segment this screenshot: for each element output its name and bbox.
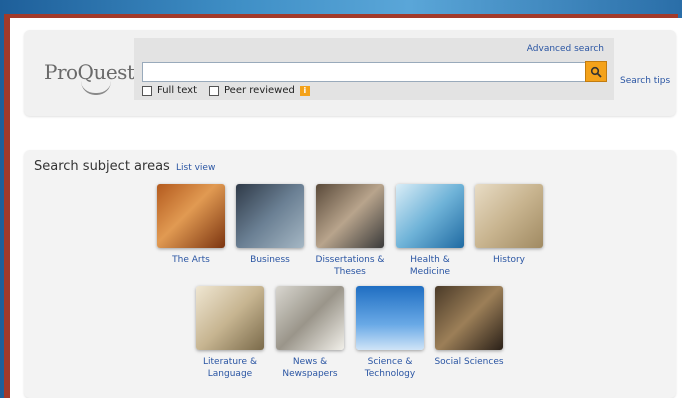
subject-tile-business[interactable]: Business [225, 184, 315, 266]
the-arts-image[interactable] [157, 184, 225, 248]
full-text-checkbox[interactable] [142, 85, 152, 96]
business-image[interactable] [236, 184, 304, 248]
search-panel: Advanced search Full text Peer reviewed … [134, 38, 614, 100]
search-tips-link[interactable]: Search tips [620, 76, 670, 86]
peer-reviewed-option[interactable]: Peer reviewed i [209, 85, 310, 96]
subject-label[interactable]: History [464, 254, 554, 266]
search-button[interactable] [585, 61, 607, 82]
subject-tile-literature-language[interactable]: Literature & Language [185, 286, 275, 380]
subject-tile-news-newspapers[interactable]: News & Newspapers [265, 286, 355, 380]
subject-label[interactable]: Science & Technology [345, 356, 435, 380]
subject-label[interactable]: Health & Medicine [385, 254, 475, 278]
search-card: ProQuest Advanced search Full text Peer … [24, 30, 676, 116]
list-view-link[interactable]: List view [176, 163, 215, 173]
science-technology-image[interactable] [356, 286, 424, 350]
subjects-card: Search subject areas List view The Arts … [24, 150, 676, 398]
full-text-option[interactable]: Full text [142, 85, 197, 96]
section-title: Search subject areas [34, 159, 170, 174]
subject-label[interactable]: Social Sciences [424, 356, 514, 368]
search-icon [590, 66, 602, 78]
subject-tile-history[interactable]: History [464, 184, 554, 266]
subject-label[interactable]: Literature & Language [185, 356, 275, 380]
subject-label[interactable]: News & Newspapers [265, 356, 355, 380]
page: ProQuest Advanced search Full text Peer … [10, 18, 682, 398]
subject-tile-social-sciences[interactable]: Social Sciences [424, 286, 514, 368]
subject-label[interactable]: Dissertations & Theses [305, 254, 395, 278]
subject-tile-dissertations[interactable]: Dissertations & Theses [305, 184, 395, 278]
logo-swoosh-icon [81, 81, 111, 95]
social-sciences-image[interactable] [435, 286, 503, 350]
health-medicine-image[interactable] [396, 184, 464, 248]
peer-reviewed-label: Peer reviewed [224, 85, 295, 96]
search-input[interactable] [142, 62, 588, 82]
subject-label[interactable]: Business [225, 254, 315, 266]
subject-label[interactable]: The Arts [146, 254, 236, 266]
subject-tile-health-medicine[interactable]: Health & Medicine [385, 184, 475, 278]
dissertations-image[interactable] [316, 184, 384, 248]
info-icon[interactable]: i [299, 85, 310, 96]
literature-language-image[interactable] [196, 286, 264, 350]
subject-tile-science-technology[interactable]: Science & Technology [345, 286, 435, 380]
full-text-label: Full text [157, 85, 198, 96]
subject-tile-the-arts[interactable]: The Arts [146, 184, 236, 266]
history-image[interactable] [475, 184, 543, 248]
peer-reviewed-checkbox[interactable] [209, 85, 219, 96]
advanced-search-link[interactable]: Advanced search [527, 44, 604, 54]
news-newspapers-image[interactable] [276, 286, 344, 350]
